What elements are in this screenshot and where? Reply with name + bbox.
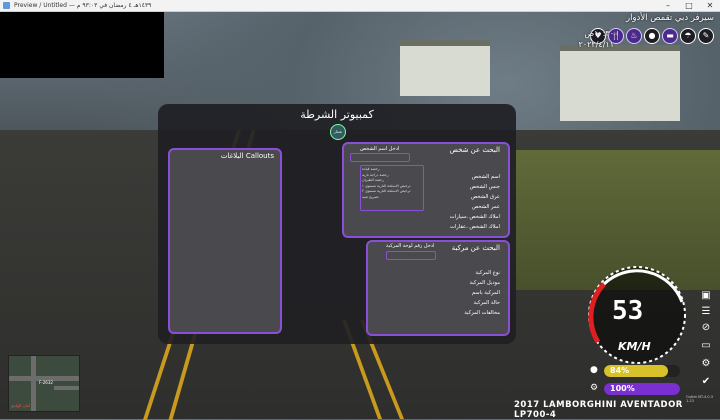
water-drop-icon: ● — [644, 28, 660, 44]
vehicle-input-label: ادخل رقم لوحة المركبة — [386, 243, 435, 249]
person-fields: اسم الشخص جنس الشخص عرق الشخص عمر الشخص … — [420, 172, 500, 232]
person-search-box: البحث عن شخص ادخل اسم الشخص رخصة قيادة ر… — [342, 142, 510, 238]
vehicle-field: حالة المركبة — [473, 300, 501, 306]
person-field: اسم الشخص — [471, 174, 500, 180]
person-name-input[interactable] — [350, 153, 410, 162]
minimap-road — [54, 386, 79, 390]
license-list: رخصة قيادة رخصة دراجة نارية رخصة الطيران… — [360, 165, 424, 211]
battery-icon: ▣ — [701, 290, 711, 301]
syringe-icon: ✎ — [698, 28, 714, 44]
vehicle-fields: نوع المركبة موديل المركبة المركبة باسم ح… — [430, 268, 500, 318]
police-badge-icon: شعار — [330, 124, 346, 140]
vehicle-name: 2017 LAMBORGHINI AVENTADOR LP700-4 — [514, 400, 683, 420]
person-field: جنس الشخص — [469, 184, 500, 190]
vehicle-search-heading: البحث عن مركبة — [451, 244, 500, 252]
callouts-heading: البلاغات Callouts — [220, 152, 274, 160]
outlet-text: Outlet MT-4.0.3 1.23 — [686, 395, 713, 403]
minimap-road — [31, 356, 36, 411]
panel-title: كمبيوتر الشرطة — [300, 108, 374, 121]
vehicle-field: مخالفات المركبة — [464, 310, 500, 316]
person-search-heading: البحث عن شخص — [449, 146, 501, 154]
vehicle-field: موديل المركبة — [469, 280, 501, 286]
vehicle-field: المركبة باسم — [471, 290, 500, 296]
maximize-button[interactable]: □ — [679, 0, 699, 11]
fuel-percent: 84% — [610, 366, 630, 375]
minimap: F-2632 أمان الوادي — [8, 355, 80, 412]
person-field: عرق الشخص — [471, 194, 500, 200]
black-overlay — [0, 12, 164, 78]
minimap-location: F-2632 — [39, 380, 53, 385]
police-computer-panel: كمبيوتر الشرطة شعار البلاغات Callouts ال… — [158, 104, 516, 344]
minimize-button[interactable]: – — [658, 0, 678, 11]
car-door-icon: ▭ — [701, 340, 711, 351]
wrench-icon: ✔ — [701, 376, 711, 387]
engine-health-icon: ⚙ — [590, 383, 599, 393]
shower-icon: ☂ — [680, 28, 696, 44]
clock-date: ٢٠٢٢/٤/١١ — [578, 40, 614, 49]
vehicle-field: نوع المركبة — [475, 270, 500, 276]
clock-time: ١٠:٣٠ص — [584, 29, 614, 38]
vehicle-search-box: البحث عن مركبة ادخل رقم لوحة المركبة نوع… — [366, 240, 510, 336]
house-left — [400, 40, 490, 96]
server-name: سيرفر دبي تقمص الأدوار — [625, 13, 714, 23]
speed-unit: KM/H — [618, 340, 651, 353]
fuel-drop-icon: ● — [590, 365, 598, 375]
window-titlebar: Preview / Untitled — ١٤٣٩هـ ٤ رمضان في ٩… — [0, 0, 720, 12]
health-percent: 100% — [610, 384, 635, 393]
speed-value: 53 — [612, 296, 644, 326]
window-title: Preview / Untitled — ١٤٣٩هـ ٤ رمضان في ٩… — [14, 2, 152, 9]
drink-icon: ♨ — [626, 28, 642, 44]
seatbelt-icon: ⊘ — [701, 322, 711, 333]
minimap-status: أمان الوادي — [11, 403, 31, 408]
house-right — [560, 45, 680, 121]
bed-icon: ▬ — [662, 28, 678, 44]
plate-number-input[interactable] — [386, 251, 436, 260]
person-field: عمر الشخص — [472, 204, 500, 210]
license-item: تصريح صيد — [362, 194, 379, 199]
app-icon — [3, 2, 10, 9]
close-button[interactable]: ✕ — [700, 0, 720, 11]
person-field: املاك الشخص ،سيارات — [449, 214, 500, 220]
callouts-box[interactable]: البلاغات Callouts — [168, 148, 282, 334]
person-input-label: ادخل اسم الشخص — [360, 146, 400, 152]
engine-icon: ⚙ — [701, 358, 711, 369]
person-field: املاك الشخص ،عقارات — [449, 224, 500, 230]
headlight-icon: ☰ — [701, 306, 711, 317]
